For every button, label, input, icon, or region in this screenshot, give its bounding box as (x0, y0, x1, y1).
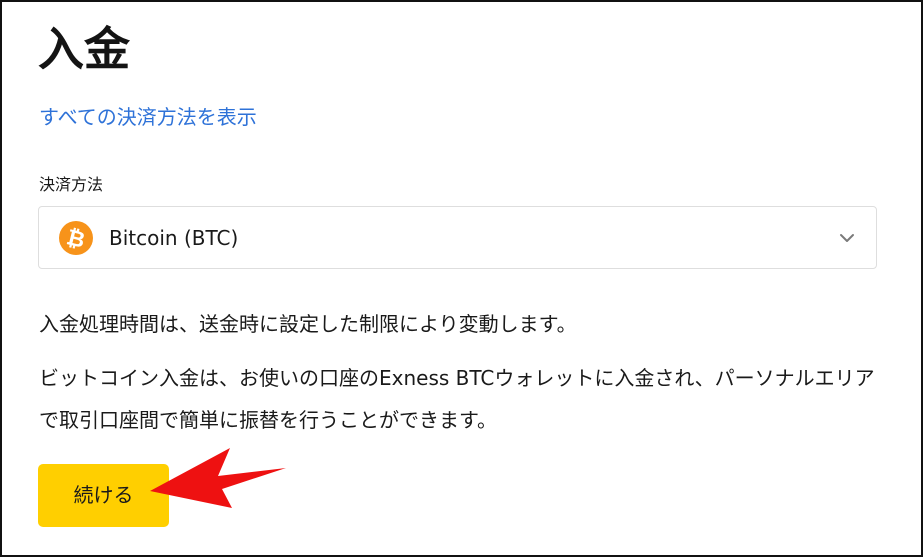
page-title: 入金 (38, 22, 130, 76)
red-arrow-annotation (150, 448, 286, 508)
processing-time-text: 入金処理時間は、送金時に設定した制限により変動します。 (39, 312, 577, 336)
bitcoin-icon: ₿ (59, 221, 93, 255)
svg-text:₿: ₿ (64, 225, 87, 254)
show-all-payment-methods-link[interactable]: すべての決済方法を表示 (39, 103, 257, 131)
payment-method-selected-value: Bitcoin (BTC) (109, 226, 239, 250)
payment-method-label: 決済方法 (39, 175, 104, 194)
bitcoin-deposit-description: ビットコイン入金は、お使いの口座のExness BTCウォレットに入金され、パー… (39, 366, 875, 432)
chevron-down-icon (838, 229, 856, 247)
payment-method-select[interactable]: ₿ Bitcoin (BTC) (38, 206, 877, 269)
